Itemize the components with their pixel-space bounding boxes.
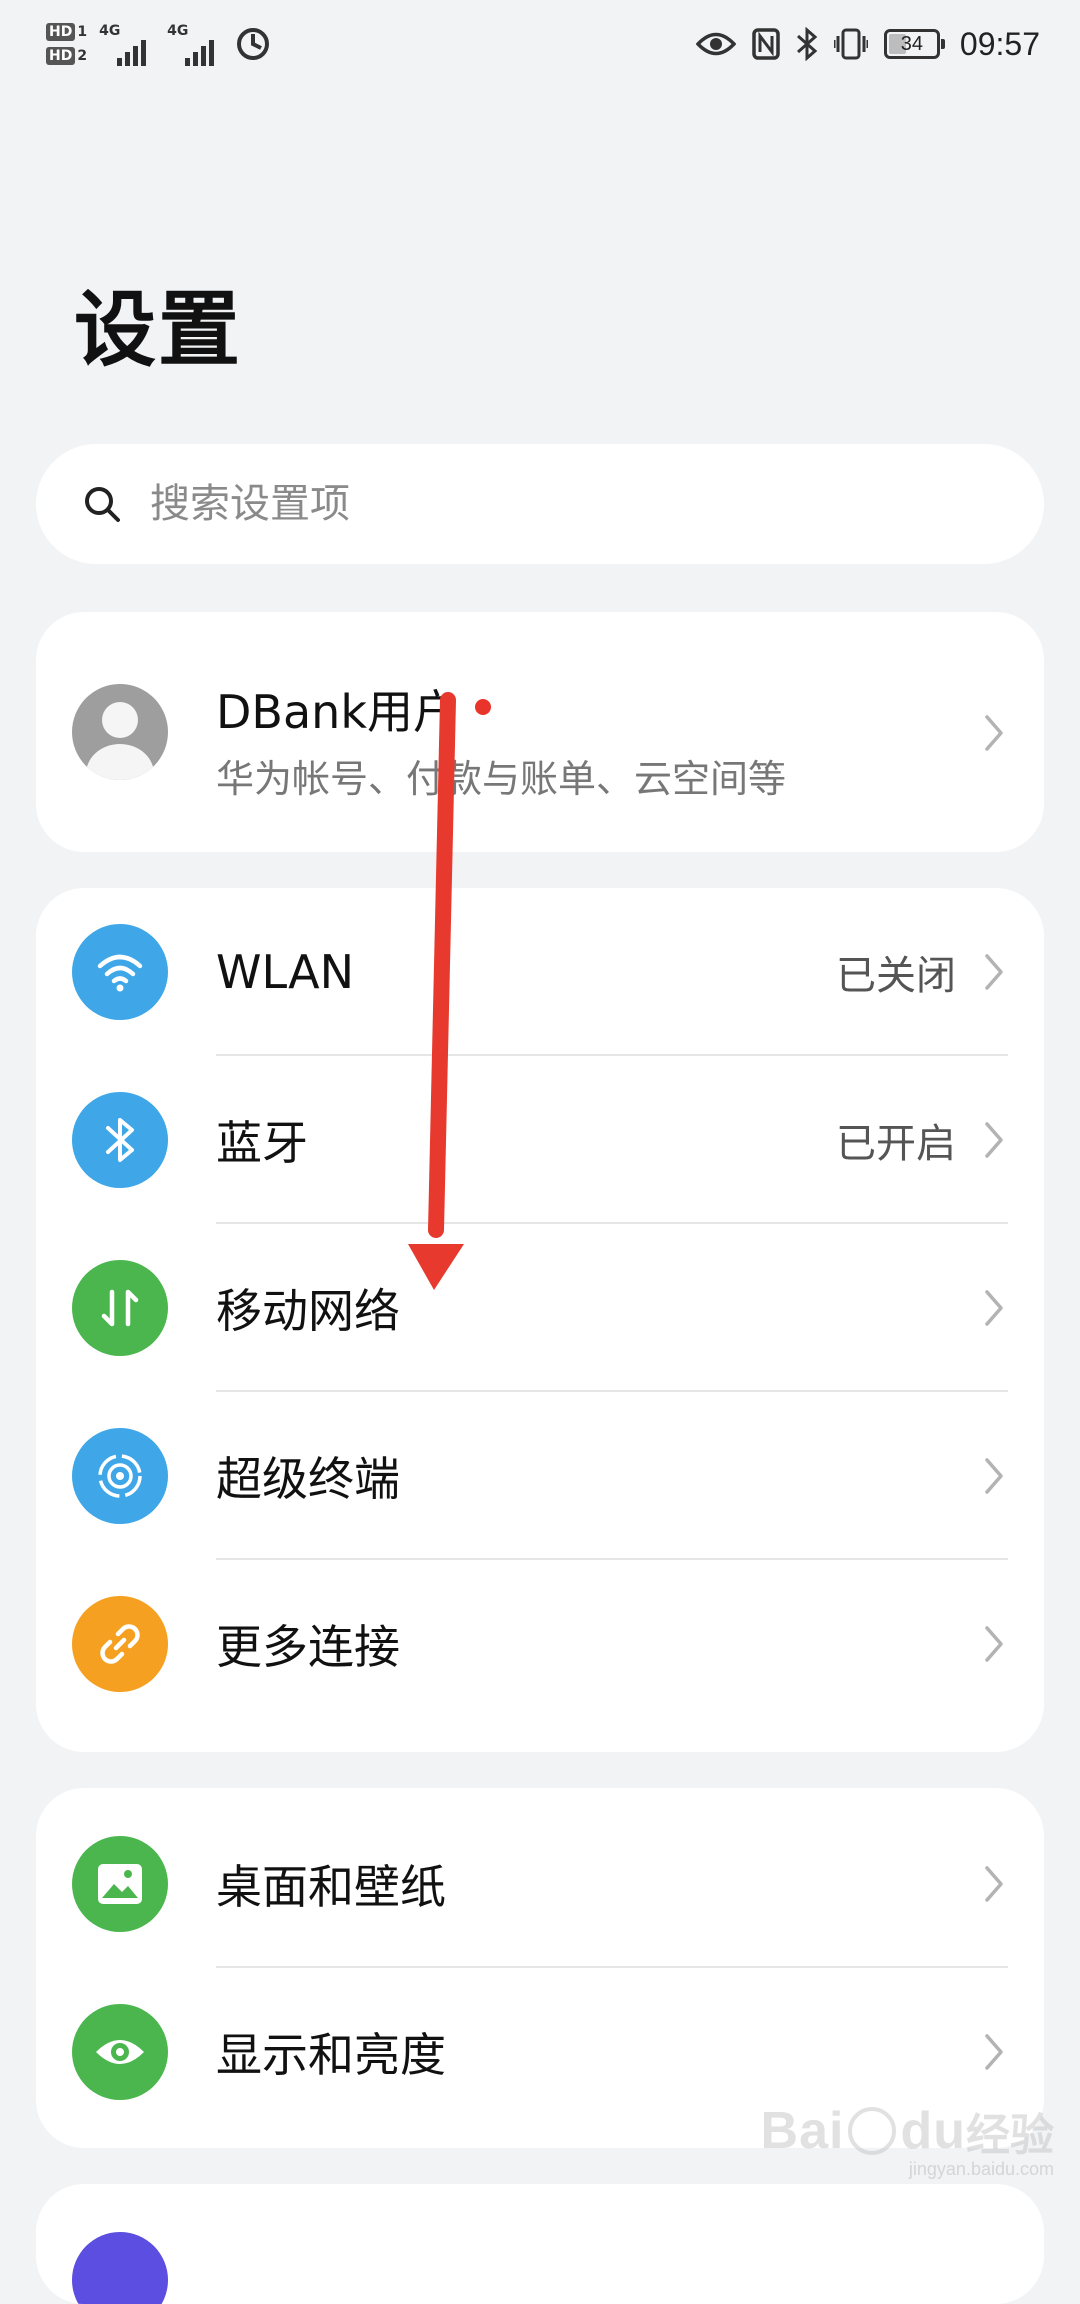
data-saver-icon	[235, 26, 271, 62]
chevron-right-icon	[985, 954, 1003, 990]
hd-sim-icon: HD	[46, 47, 76, 65]
settings-item-bluetooth[interactable]: 蓝牙 已开启	[36, 1056, 1044, 1224]
signal-icon: 4G	[167, 22, 223, 66]
next-settings-card	[36, 2184, 1044, 2304]
nfc-icon	[752, 28, 780, 60]
sim1-indicator: HD 1	[46, 23, 87, 41]
avatar	[72, 684, 168, 780]
chevron-right-icon	[985, 1122, 1003, 1158]
wallpaper-icon	[72, 1836, 168, 1932]
chevron-right-icon	[985, 1626, 1003, 1662]
sim2-number: 2	[77, 48, 88, 64]
watermark-url: jingyan.baidu.com	[908, 2159, 1054, 2179]
settings-item-icon	[72, 2232, 168, 2304]
battery-level: 34	[900, 32, 924, 55]
settings-item-label: 更多连接	[216, 1620, 400, 1674]
settings-item-wlan[interactable]: WLAN 已关闭	[36, 888, 1044, 1056]
hd-sim-indicators: HD 1 HD 2	[46, 23, 87, 65]
search-icon	[76, 478, 128, 530]
status-time: 09:57	[959, 25, 1040, 62]
settings-item-label: 移动网络	[216, 1284, 400, 1338]
chevron-right-icon	[985, 1866, 1003, 1902]
settings-item-label: WLAN	[216, 945, 355, 999]
status-bar: HD 1 HD 2 4G 4G 34 09:57	[0, 0, 1080, 90]
mobile-network-icon	[72, 1260, 168, 1356]
notification-dot	[474, 699, 491, 715]
settings-item-value: 已关闭	[836, 953, 956, 999]
settings-item-display-brightness[interactable]: 显示和亮度	[36, 1968, 1044, 2136]
display-card: 桌面和壁纸 显示和亮度	[36, 1788, 1044, 2148]
signal-icon: 4G	[99, 22, 155, 66]
status-bar-right: 34 09:57	[695, 14, 1040, 74]
chevron-right-icon	[985, 1290, 1003, 1326]
eye-comfort-icon	[695, 31, 736, 57]
account-card[interactable]: DBank用户 华为帐号、付款与账单、云空间等	[36, 612, 1044, 852]
account-name: DBank用户	[216, 685, 459, 739]
chevron-right-icon	[985, 715, 1003, 751]
link-icon	[72, 1596, 168, 1692]
search-bar[interactable]	[36, 444, 1044, 564]
account-name-row: DBank用户	[216, 676, 491, 742]
settings-item-label: 桌面和壁纸	[216, 1860, 446, 1914]
settings-item-value: 已开启	[836, 1121, 956, 1167]
hd-sim-icon: HD	[46, 23, 76, 41]
vibrate-icon	[833, 28, 868, 60]
account-subtitle: 华为帐号、付款与账单、云空间等	[216, 757, 787, 801]
settings-item-wallpaper[interactable]: 桌面和壁纸	[36, 1800, 1044, 1968]
eye-icon	[72, 2004, 168, 2100]
super-device-icon	[72, 1428, 168, 1524]
settings-item-label: 蓝牙	[216, 1116, 308, 1170]
chevron-right-icon	[985, 1458, 1003, 1494]
search-input[interactable]	[148, 480, 952, 528]
bluetooth-icon	[796, 27, 818, 61]
settings-item-label: 超级终端	[216, 1452, 400, 1506]
bluetooth-icon	[72, 1092, 168, 1188]
page-title: 设置	[74, 283, 243, 378]
sim1-number: 1	[77, 24, 88, 40]
wifi-icon	[72, 924, 168, 1020]
settings-item-super-device[interactable]: 超级终端	[36, 1392, 1044, 1560]
status-bar-left: HD 1 HD 2 4G 4G	[46, 14, 271, 74]
settings-item-mobile-network[interactable]: 移动网络	[36, 1224, 1044, 1392]
settings-item-label: 显示和亮度	[216, 2028, 446, 2082]
chevron-right-icon	[985, 2034, 1003, 2070]
settings-item-more-connections[interactable]: 更多连接	[36, 1560, 1044, 1728]
battery-icon: 34	[883, 29, 945, 59]
sim2-indicator: HD 2	[46, 47, 87, 65]
connections-card: WLAN 已关闭 蓝牙 已开启 移动网络 超级终端 更多连接	[36, 888, 1044, 1752]
